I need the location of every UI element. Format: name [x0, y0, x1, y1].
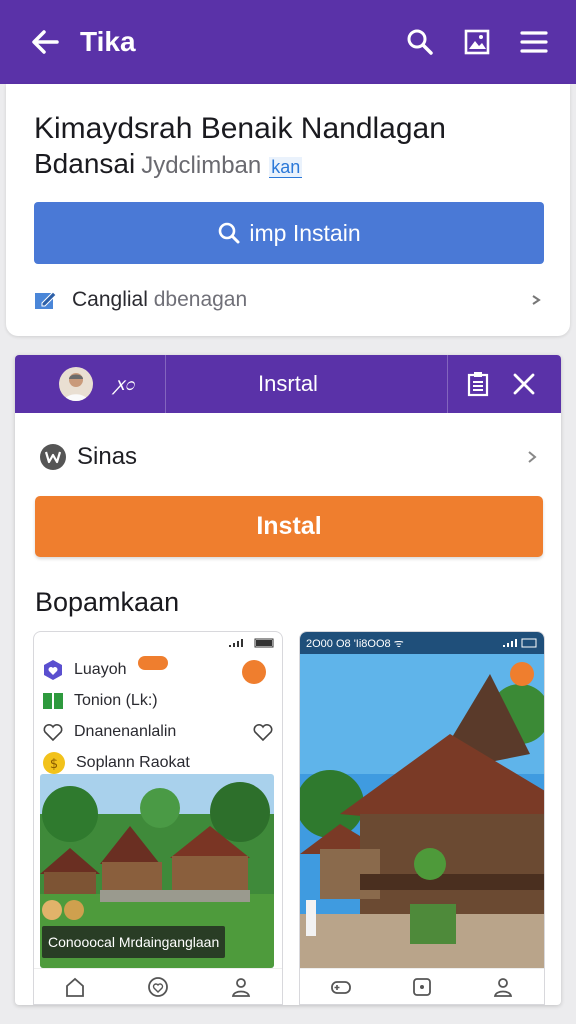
- app-subheading-main: Bdansai: [34, 148, 136, 179]
- close-icon[interactable]: [513, 373, 535, 395]
- notification-dot: [242, 660, 266, 684]
- list-item: Tonion (Lk:): [34, 685, 282, 716]
- village-photo: Conooocal Mrdainganglaan: [40, 774, 274, 968]
- app-subheading: Bdansai Jydclimban kan: [34, 148, 303, 180]
- signal-icon: [503, 638, 537, 648]
- app-heading: Kimaydsrah Benaik Nandlagan: [34, 112, 446, 145]
- profile-icon[interactable]: [492, 976, 514, 998]
- clipboard-icon[interactable]: [467, 371, 489, 397]
- list-item-label: Soplann Raokat: [76, 753, 190, 771]
- edit-icon: [34, 289, 58, 311]
- install-button[interactable]: Instal: [35, 496, 543, 557]
- dialog-header: ꭗ೦ Insrtal: [15, 355, 561, 413]
- signal-icon: [229, 639, 243, 647]
- details-row-main: Canglial: [72, 288, 148, 311]
- photo-caption: Conooocal Mrdainganglaan: [42, 926, 226, 958]
- profile-icon[interactable]: [230, 976, 252, 998]
- header-divider: [447, 355, 448, 413]
- app-info-card: Kimaydsrah Benaik Nandlagan Bdansai Jydcl…: [6, 84, 570, 336]
- chevron-right-icon: [530, 293, 544, 307]
- section-title: Bopamkaan: [35, 587, 180, 617]
- apps-icon[interactable]: [411, 976, 433, 998]
- settings-row-label: Sinas: [77, 443, 138, 470]
- screenshot-preview-1[interactable]: Luayoh Tonion (Lk:) Dnanenanlalin $ Sopl…: [33, 631, 283, 1005]
- heart-outline-icon: [43, 723, 63, 741]
- app-subheading-sub: Jydclimban: [141, 152, 262, 179]
- install-dialog: ꭗ೦ Insrtal Sinas Instal Bopamkaan Luayoh…: [15, 355, 561, 1005]
- dialog-tagline: ꭗ೦: [115, 374, 135, 394]
- book-icon: [43, 692, 63, 709]
- details-row-dim: dbenagan: [153, 288, 248, 311]
- favorite-icon[interactable]: [147, 976, 169, 998]
- app-title: Tika: [80, 26, 136, 57]
- header-divider: [165, 355, 166, 413]
- details-row[interactable]: Canglial dbenagan: [34, 284, 544, 316]
- battery-icon: [254, 638, 274, 648]
- wear-icon: [39, 443, 67, 471]
- list-item-label: Dnanenanlalin: [74, 722, 177, 740]
- list-item-label: Tonion (Lk:): [74, 691, 158, 709]
- search-install-label: imp Instain: [249, 219, 361, 246]
- status-bar: 2O00 O8 'Ii8OO8 ᯤ: [300, 632, 544, 654]
- chevron-right-icon: [525, 449, 539, 465]
- search-icon: [219, 222, 240, 244]
- heart-outline-icon[interactable]: [252, 722, 274, 742]
- menu-icon[interactable]: [520, 30, 548, 54]
- status-bar: [34, 632, 282, 654]
- heart-badge-icon: [44, 659, 62, 680]
- home-icon[interactable]: [64, 976, 86, 998]
- status-time: 2O00 O8 'Ii8OO8 ᯤ: [306, 637, 404, 650]
- notification-dot: [510, 662, 534, 686]
- settings-row[interactable]: Sinas: [39, 439, 539, 475]
- coin-icon: [138, 656, 168, 670]
- traditional-house-photo: [300, 654, 544, 972]
- list-item: Dnanenanlalin: [34, 716, 282, 747]
- search-install-button[interactable]: imp Instain: [34, 202, 544, 264]
- details-row-label: Canglial dbenagan: [72, 288, 530, 312]
- avatar[interactable]: [59, 367, 93, 401]
- gamepad-icon[interactable]: [330, 976, 352, 998]
- search-icon[interactable]: [406, 28, 434, 56]
- screenshot-preview-2[interactable]: 2O00 O8 'Ii8OO8 ᯤ: [299, 631, 545, 1005]
- app-bar: Tika: [0, 0, 576, 84]
- coin-icon: $: [43, 751, 65, 774]
- image-icon[interactable]: [464, 29, 490, 55]
- app-tag-link[interactable]: kan: [269, 157, 303, 178]
- bottom-nav: [34, 968, 282, 1004]
- back-arrow-icon[interactable]: [30, 27, 60, 57]
- bottom-nav: [300, 968, 544, 1004]
- svg-text:$: $: [50, 757, 58, 772]
